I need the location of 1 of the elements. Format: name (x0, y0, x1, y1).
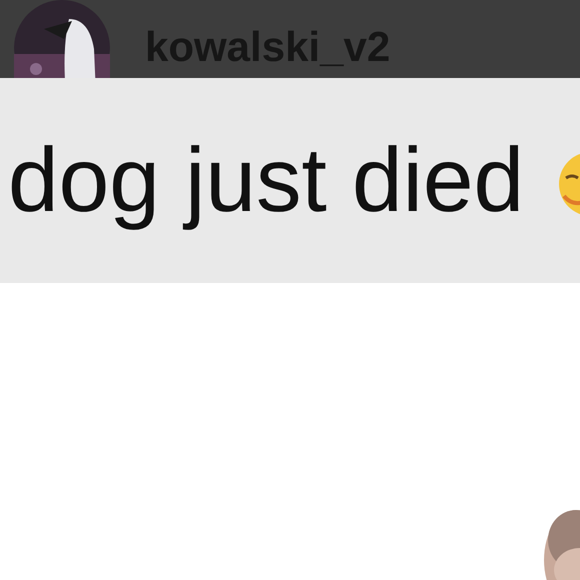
message-text: dog just died (8, 128, 524, 233)
